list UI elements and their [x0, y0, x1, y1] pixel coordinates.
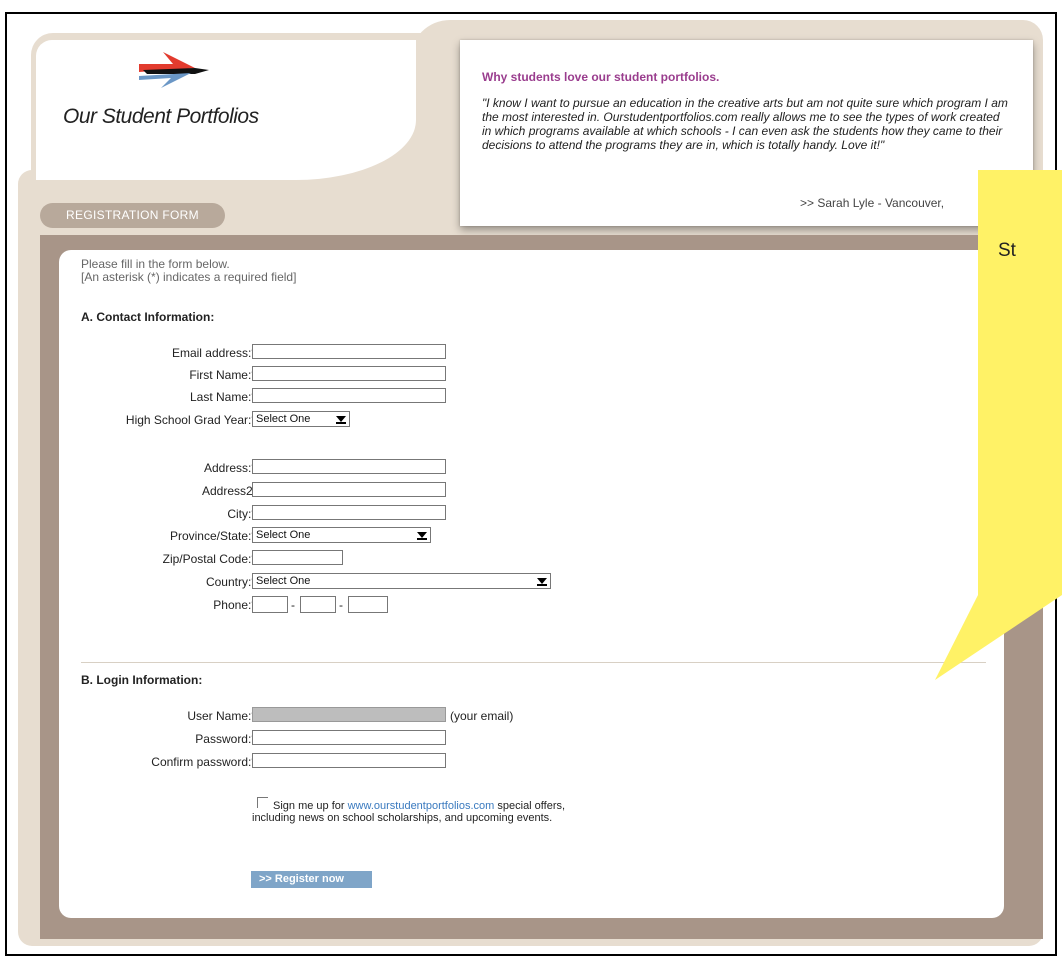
password-label: Password:*	[195, 732, 256, 746]
callout-note	[978, 170, 1062, 595]
brand-name[interactable]: Our Student Portfolios	[63, 105, 259, 129]
country-select[interactable]: Select One	[252, 573, 551, 589]
password-field[interactable]	[252, 730, 446, 745]
last-name-field[interactable]	[252, 388, 446, 403]
province-select[interactable]: Select One	[252, 527, 431, 543]
grad-year-select[interactable]: Select One	[252, 411, 350, 427]
last-name-label: Last Name:*	[189, 390, 256, 404]
address2-label: Address2:	[201, 484, 256, 498]
callout-text: St	[998, 240, 1016, 261]
grad-year-label: High School Grad Year:*	[125, 413, 256, 427]
testimonial-title: Why students love our student portfolios…	[482, 70, 720, 84]
form-instructions: Please fill in the form below. [An aster…	[81, 258, 296, 284]
dropdown-arrow-icon	[335, 413, 347, 425]
province-value: Select One	[256, 529, 311, 541]
phone-separator: -	[291, 598, 295, 612]
phone-prefix-field[interactable]	[300, 596, 336, 613]
zip-field[interactable]	[252, 550, 343, 565]
logo-icon	[133, 50, 213, 97]
register-now-button[interactable]: >> Register now	[251, 871, 372, 888]
username-hint: (your email)	[450, 709, 514, 723]
country-label: Country:*	[205, 575, 256, 589]
country-value: Select One	[256, 575, 311, 587]
grad-year-value: Select One	[256, 413, 311, 425]
contact-section-title: A. Contact Information:	[81, 310, 215, 324]
testimonial-quote: "I know I want to pursue an education in…	[482, 96, 1008, 152]
confirm-password-field[interactable]	[252, 753, 446, 768]
city-label: City:*	[227, 507, 256, 521]
section-divider	[81, 662, 986, 663]
required-note: [An asterisk (*) indicates a required fi…	[81, 270, 297, 284]
testimonial-author: >> Sarah Lyle - Vancouver,	[800, 196, 945, 210]
phone-line-field[interactable]	[348, 596, 388, 613]
address2-field[interactable]	[252, 482, 446, 497]
phone-area-code-field[interactable]	[252, 596, 288, 613]
username-label: User Name:*	[187, 709, 256, 723]
login-section-title: B. Login Information:	[81, 673, 203, 687]
province-label: Province/State:*	[169, 529, 256, 543]
newsletter-text: Sign me up for www.ourstudentportfolios.…	[252, 800, 565, 824]
dropdown-arrow-icon	[416, 529, 428, 541]
first-name-label: First Name:*	[189, 368, 256, 382]
address-field[interactable]	[252, 459, 446, 474]
username-field[interactable]	[252, 707, 446, 722]
address-label: Address:*	[203, 461, 256, 475]
signup-text-before: Sign me up for	[273, 800, 348, 812]
dropdown-arrow-icon	[536, 575, 548, 587]
callout-tail	[935, 595, 1062, 690]
phone-label: Phone:*	[213, 598, 256, 612]
registration-form-badge: REGISTRATION FORM	[40, 203, 225, 228]
city-field[interactable]	[252, 505, 446, 520]
email-field[interactable]	[252, 344, 446, 359]
phone-separator: -	[339, 598, 343, 612]
email-label: Email address:*	[171, 346, 256, 360]
zip-label: Zip/Postal Code:*	[162, 552, 256, 566]
first-name-field[interactable]	[252, 366, 446, 381]
site-link[interactable]: www.ourstudentportfolios.com	[348, 800, 495, 812]
signup-text-after: special offers,	[494, 800, 566, 812]
signup-line2: including news on school scholarships, a…	[252, 812, 553, 824]
confirm-password-label: Confirm password:*	[151, 755, 256, 769]
